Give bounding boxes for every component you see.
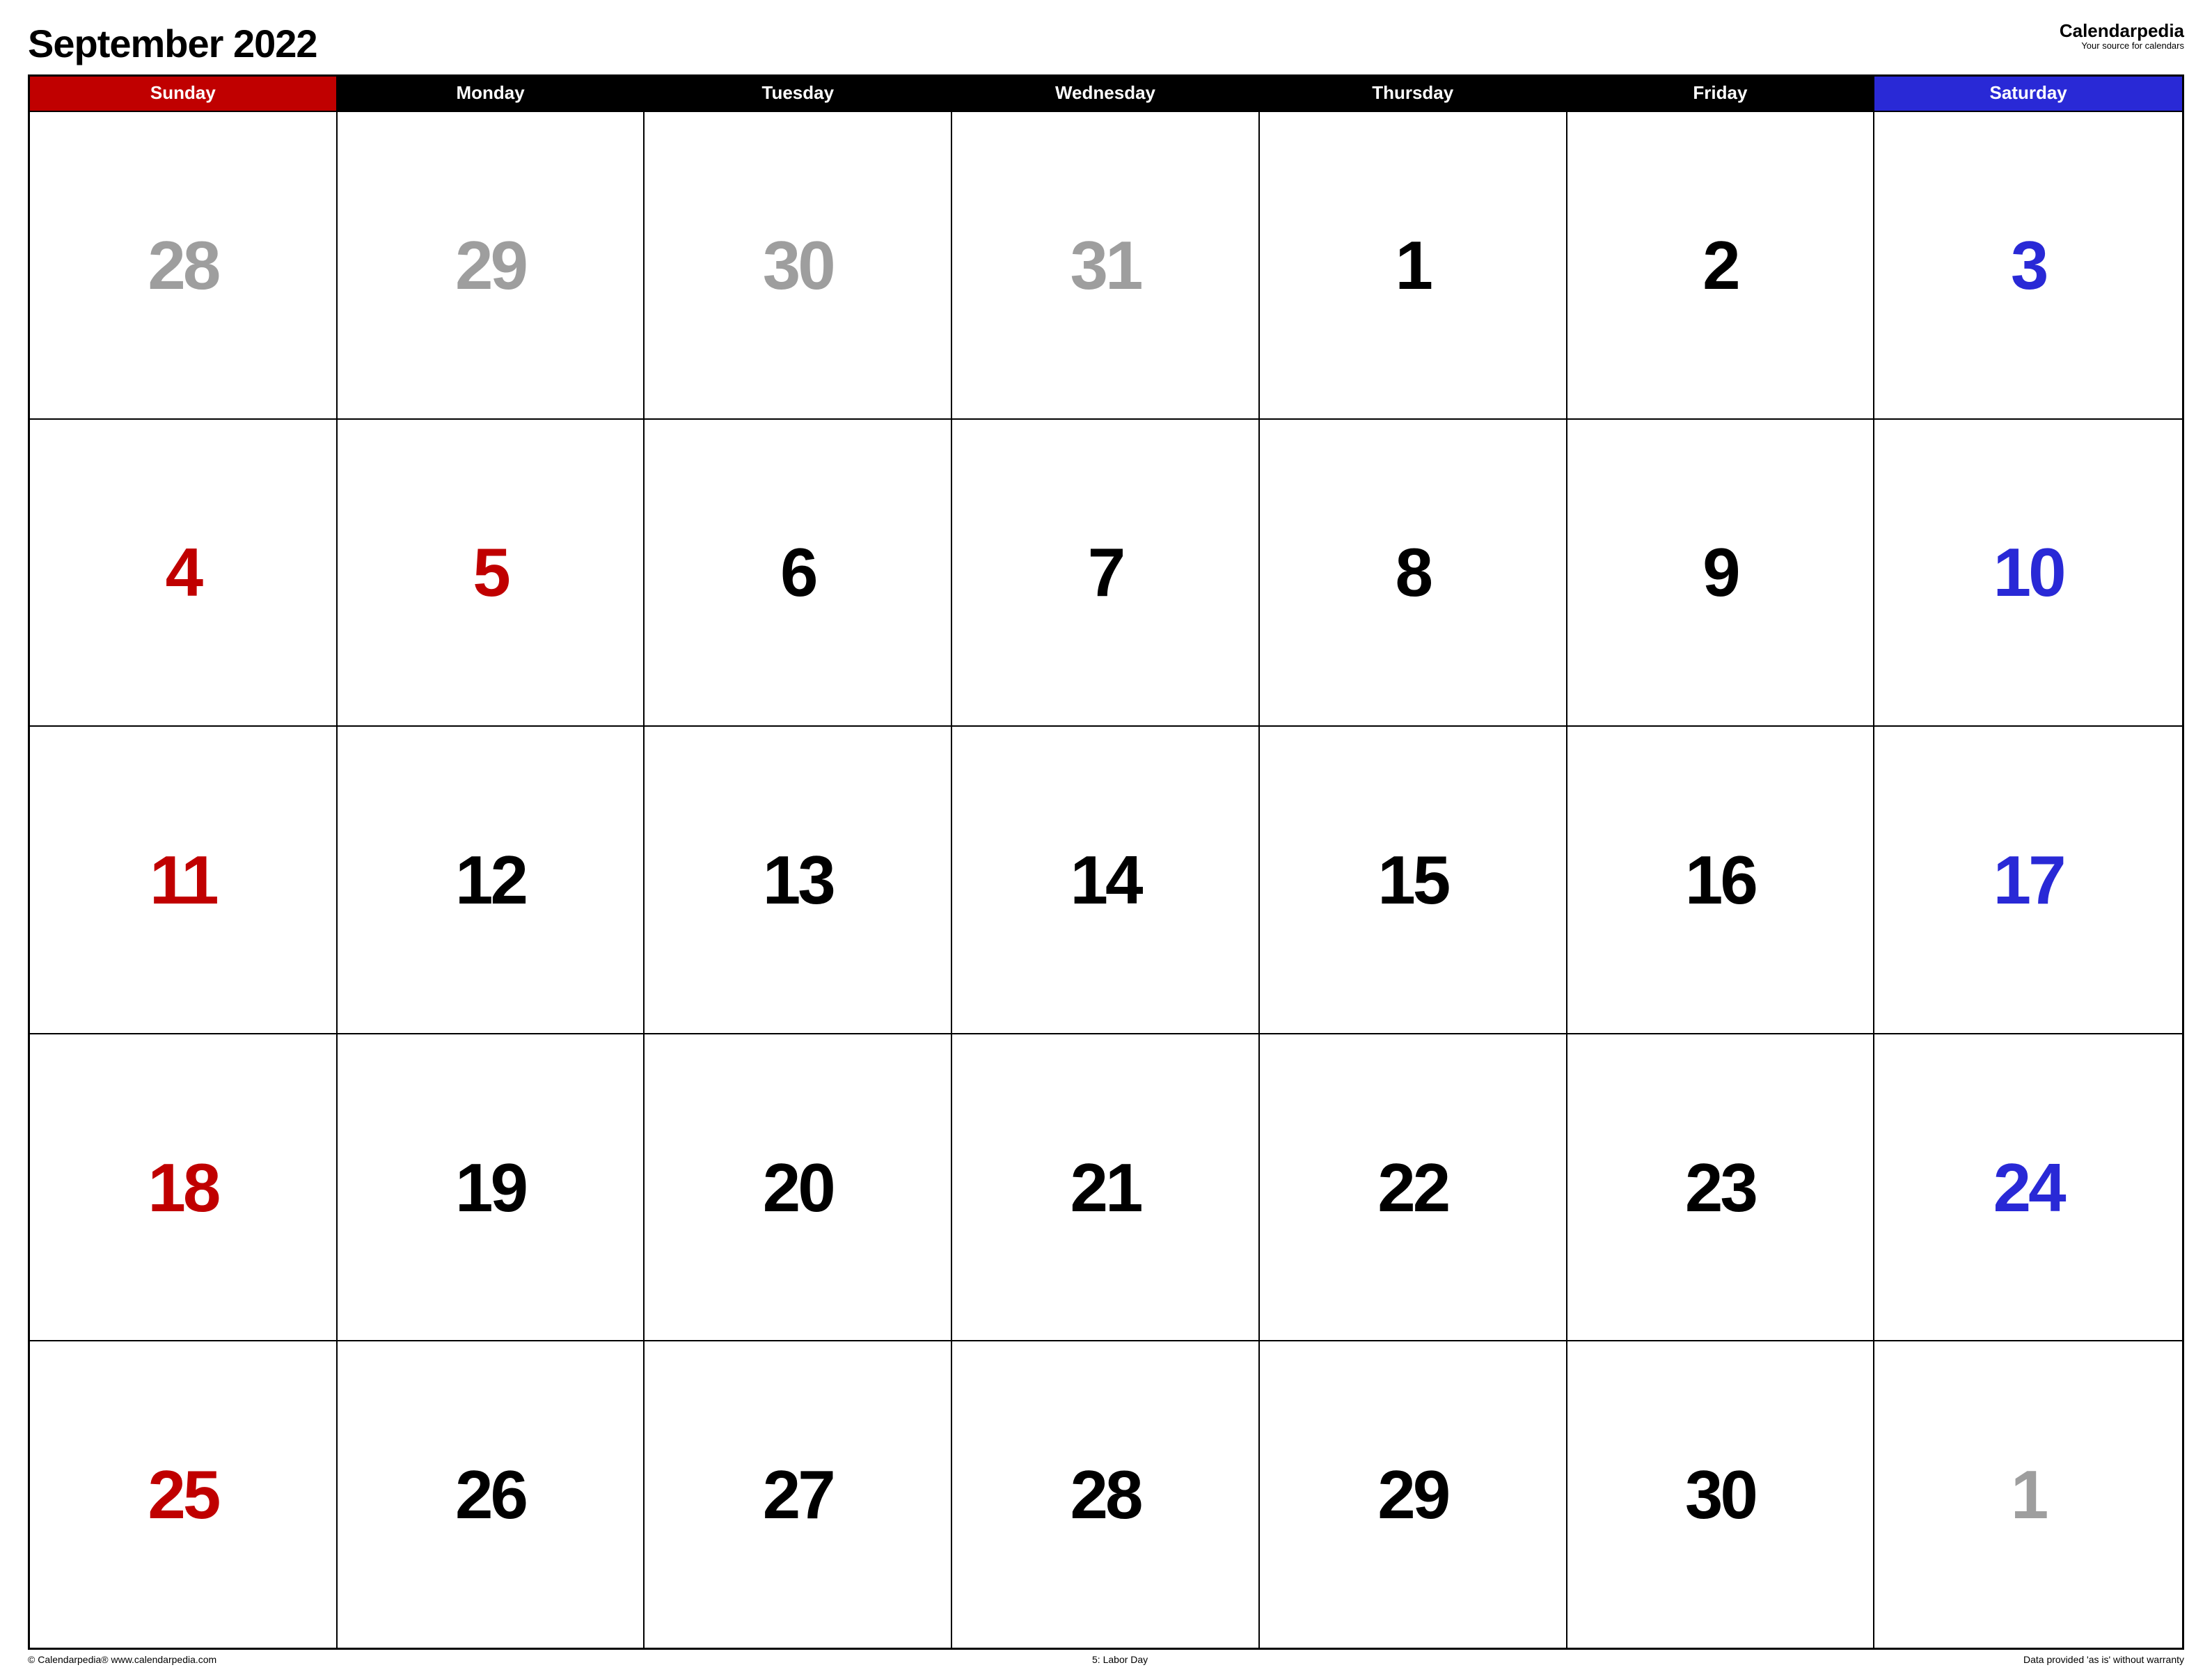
brand-block: Calendarpedia Your source for calendars — [2060, 21, 2184, 51]
calendar-cell: 13 — [645, 725, 952, 1033]
calendar-cell: 9 — [1567, 418, 1875, 726]
calendar-cell: 26 — [338, 1340, 645, 1648]
weekday-header-saturday: Saturday — [1874, 77, 2182, 111]
weekday-header-row: Sunday Monday Tuesday Wednesday Thursday… — [30, 77, 2182, 111]
weekday-header-tuesday: Tuesday — [645, 77, 952, 111]
calendar-cell: 4 — [30, 418, 338, 726]
calendar-cell: 31 — [952, 111, 1260, 418]
calendar-cell: 23 — [1567, 1033, 1875, 1341]
calendar-cell: 27 — [645, 1340, 952, 1648]
calendar-cell: 28 — [952, 1340, 1260, 1648]
calendar-cell: 12 — [338, 725, 645, 1033]
calendar-cell: 10 — [1874, 418, 2182, 726]
footer: © Calendarpedia® www.calendarpedia.com 5… — [28, 1650, 2184, 1665]
calendar-cell: 3 — [1874, 111, 2182, 418]
calendar-cell: 2 — [1567, 111, 1875, 418]
calendar-cell: 28 — [30, 111, 338, 418]
calendar-cell: 24 — [1874, 1033, 2182, 1341]
calendar-cell: 1 — [1874, 1340, 2182, 1648]
weekday-header-friday: Friday — [1567, 77, 1875, 111]
header: September 2022 Calendarpedia Your source… — [28, 21, 2184, 66]
weekday-header-monday: Monday — [338, 77, 645, 111]
calendar-cell: 19 — [338, 1033, 645, 1341]
calendar-cell: 8 — [1260, 418, 1567, 726]
calendar-cell: 17 — [1874, 725, 2182, 1033]
brand-name: Calendarpedia — [2060, 21, 2184, 41]
calendar-cell: 20 — [645, 1033, 952, 1341]
weekday-header-sunday: Sunday — [30, 77, 338, 111]
calendar-cell: 11 — [30, 725, 338, 1033]
weekday-header-thursday: Thursday — [1260, 77, 1567, 111]
calendar-cell: 1 — [1260, 111, 1567, 418]
calendar-cell: 30 — [1567, 1340, 1875, 1648]
calendar-cell: 16 — [1567, 725, 1875, 1033]
footer-warranty: Data provided 'as is' without warranty — [2023, 1654, 2184, 1665]
calendar-cell: 18 — [30, 1033, 338, 1341]
calendar-grid: 2829303112345678910111213141516171819202… — [30, 111, 2182, 1648]
calendar-cell: 30 — [645, 111, 952, 418]
footer-holiday: 5: Labor Day — [216, 1654, 2023, 1665]
calendar-cell: 5 — [338, 418, 645, 726]
calendar-cell: 14 — [952, 725, 1260, 1033]
footer-copyright: © Calendarpedia® www.calendarpedia.com — [28, 1654, 216, 1665]
calendar-cell: 25 — [30, 1340, 338, 1648]
calendar-cell: 15 — [1260, 725, 1567, 1033]
weekday-header-wednesday: Wednesday — [952, 77, 1260, 111]
calendar-cell: 7 — [952, 418, 1260, 726]
brand-tagline: Your source for calendars — [2060, 41, 2184, 51]
calendar-cell: 29 — [338, 111, 645, 418]
calendar-cell: 6 — [645, 418, 952, 726]
calendar-cell: 21 — [952, 1033, 1260, 1341]
calendar-cell: 29 — [1260, 1340, 1567, 1648]
page-title: September 2022 — [28, 21, 317, 66]
calendar: Sunday Monday Tuesday Wednesday Thursday… — [28, 74, 2184, 1650]
calendar-cell: 22 — [1260, 1033, 1567, 1341]
